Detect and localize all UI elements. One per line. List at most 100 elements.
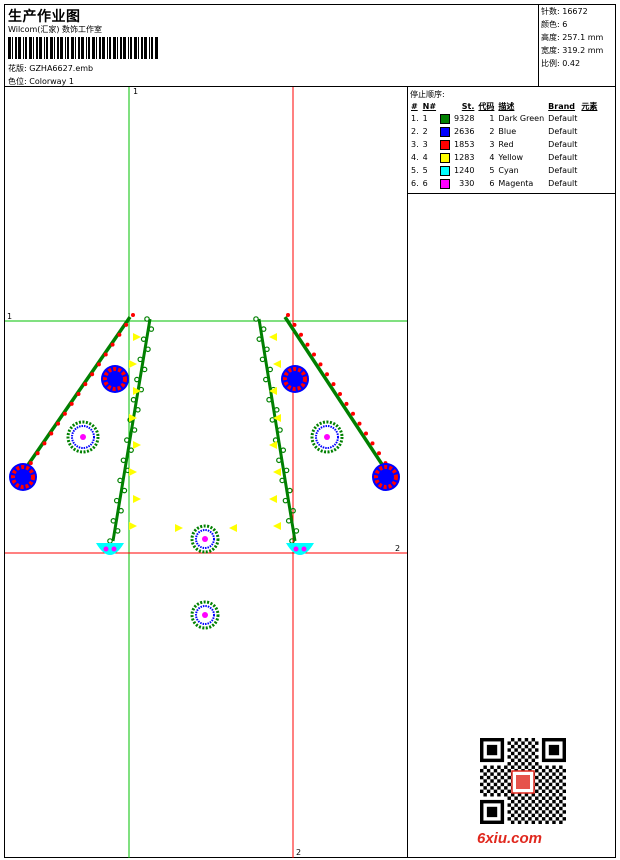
left-outer-vine-dot <box>117 332 122 337</box>
axis-label-v2: 2 <box>296 848 302 857</box>
left-outer-vine-dot <box>62 411 67 416</box>
col-element: 元素 <box>581 101 598 111</box>
row-num: 4. <box>411 153 419 162</box>
row-brand: Default <box>548 114 578 123</box>
row-code: 3 <box>489 140 495 149</box>
color-swatch <box>440 152 451 163</box>
table-row: 1. 1 9328 1 Dark Green Default <box>409 112 599 125</box>
design-stats: 针数: 16672 颜色: 6 高度: 257.1 mm 宽度: 319.2 m… <box>539 5 615 87</box>
row-n: 5 <box>422 166 428 175</box>
table-header-row: # N# St. 代码 描述 Brand 元素 <box>409 100 599 112</box>
center-flower-bottom-center <box>202 612 208 618</box>
left-flower-green-center <box>80 434 86 440</box>
left-yellow-marker <box>129 522 137 530</box>
header-info: 生产作业图 Wilcom(汇家) 数饰工作室 花版: GZHA6627.emb … <box>5 5 539 87</box>
right-outer-vine-dot <box>351 411 355 416</box>
color-swatch <box>440 165 451 176</box>
right-outer-vine-dot <box>292 322 297 327</box>
col-brand: Brand <box>548 101 576 111</box>
right-outer-vine-dot <box>305 342 310 347</box>
right-flower-green-center <box>324 434 330 440</box>
row-stitches: 330 <box>459 179 475 188</box>
left-yellow-marker <box>133 495 141 503</box>
stop-sequence-panel: 停止顺序: # N# St. 代码 描述 Brand 元素 1. 1 9328 1 Da… <box>408 87 615 194</box>
left-outer-vine-dot <box>83 382 88 387</box>
table-row: 2. 2 2636 2 Blue Default <box>409 125 599 138</box>
stat-width: 宽度: 319.2 mm <box>541 46 604 55</box>
left-outer-vine-dot <box>76 392 81 396</box>
axis-label-h2: 2 <box>395 544 401 553</box>
right-yellow-marker <box>273 468 281 476</box>
right-outer-vine-dot <box>377 451 381 456</box>
right-yellow-marker <box>269 495 277 503</box>
row-n: 2 <box>422 127 428 136</box>
left-outer-vine-dot <box>28 461 33 466</box>
row-n: 1 <box>422 114 428 123</box>
page-title: 生产作业图 <box>8 9 81 25</box>
right-outer-vine-dot <box>344 401 349 406</box>
row-stitches: 1283 <box>454 153 475 162</box>
row-element <box>579 112 599 125</box>
col-n: N# <box>422 101 437 111</box>
left-outer-vine-dot <box>124 322 129 327</box>
col-num: # <box>411 101 418 111</box>
left-yellow-marker <box>133 441 141 449</box>
row-desc: Blue <box>498 127 517 136</box>
row-element <box>579 164 599 177</box>
col-color <box>438 100 452 112</box>
right-yellow-marker <box>269 441 277 449</box>
row-stitches: 2636 <box>454 127 475 136</box>
row-num: 5. <box>411 166 419 175</box>
color-swatch <box>440 178 451 189</box>
design-label: 花版: <box>8 64 27 73</box>
row-num: 3. <box>411 140 419 149</box>
row-n: 3 <box>422 140 428 149</box>
right-yellow-marker <box>273 360 281 368</box>
row-num: 1. <box>411 114 419 123</box>
stat-stitches: 针数: 16672 <box>541 7 588 16</box>
right-outer-vine-dot <box>299 332 303 337</box>
colorway-value: Colorway 1 <box>29 77 74 86</box>
qr-code-icon <box>480 738 566 824</box>
right-outer-vine-dot <box>370 441 375 446</box>
right-outer-vine-dot <box>318 362 323 367</box>
table-row: 6. 6 330 6 Magenta Default <box>409 177 599 190</box>
center-yellow-right <box>229 524 237 532</box>
color-swatch <box>440 126 451 137</box>
right-cyan-cup-dot <box>301 546 307 552</box>
row-n: 4 <box>422 153 428 162</box>
row-brand: Default <box>548 153 578 162</box>
right-inner-vine <box>257 318 297 542</box>
left-cyan-cup-dot <box>103 546 109 552</box>
row-color <box>438 112 452 125</box>
stat-height: 高度: 257.1 mm <box>541 33 604 42</box>
left-outer-vine-dot <box>103 352 108 357</box>
row-color <box>438 164 452 177</box>
row-element <box>579 151 599 164</box>
left-inner-vine <box>111 318 152 542</box>
row-color <box>438 177 452 190</box>
row-code: 6 <box>489 179 495 188</box>
col-stitches: St. <box>461 101 475 111</box>
left-outer-vine-dot <box>42 441 47 446</box>
stop-sequence-title: 停止顺序: <box>410 90 445 99</box>
stop-sequence-table: # N# St. 代码 描述 Brand 元素 1. 1 9328 1 Dark Gre… <box>409 100 599 190</box>
axis-label-h1: 1 <box>7 312 13 321</box>
row-color <box>438 151 452 164</box>
center-flower-top-center <box>202 536 208 542</box>
row-code: 1 <box>489 114 495 123</box>
stat-scale: 比例: 0.42 <box>541 59 581 68</box>
row-desc: Cyan <box>498 166 519 175</box>
row-code: 2 <box>489 127 495 136</box>
left-outer-vine-dot <box>131 313 135 317</box>
design-canvas[interactable]: 1 1 2 2 <box>5 87 408 858</box>
row-desc: Magenta <box>498 179 534 188</box>
table-row: 3. 3 1853 3 Red Default <box>409 138 599 151</box>
right-outer-vine-dot <box>357 421 362 426</box>
row-code: 5 <box>489 166 495 175</box>
row-element <box>579 177 599 190</box>
color-swatch <box>440 139 451 150</box>
right-outer-vine-dot <box>338 392 342 396</box>
left-yellow-marker <box>129 360 137 368</box>
axis-label-v1: 1 <box>133 87 139 96</box>
